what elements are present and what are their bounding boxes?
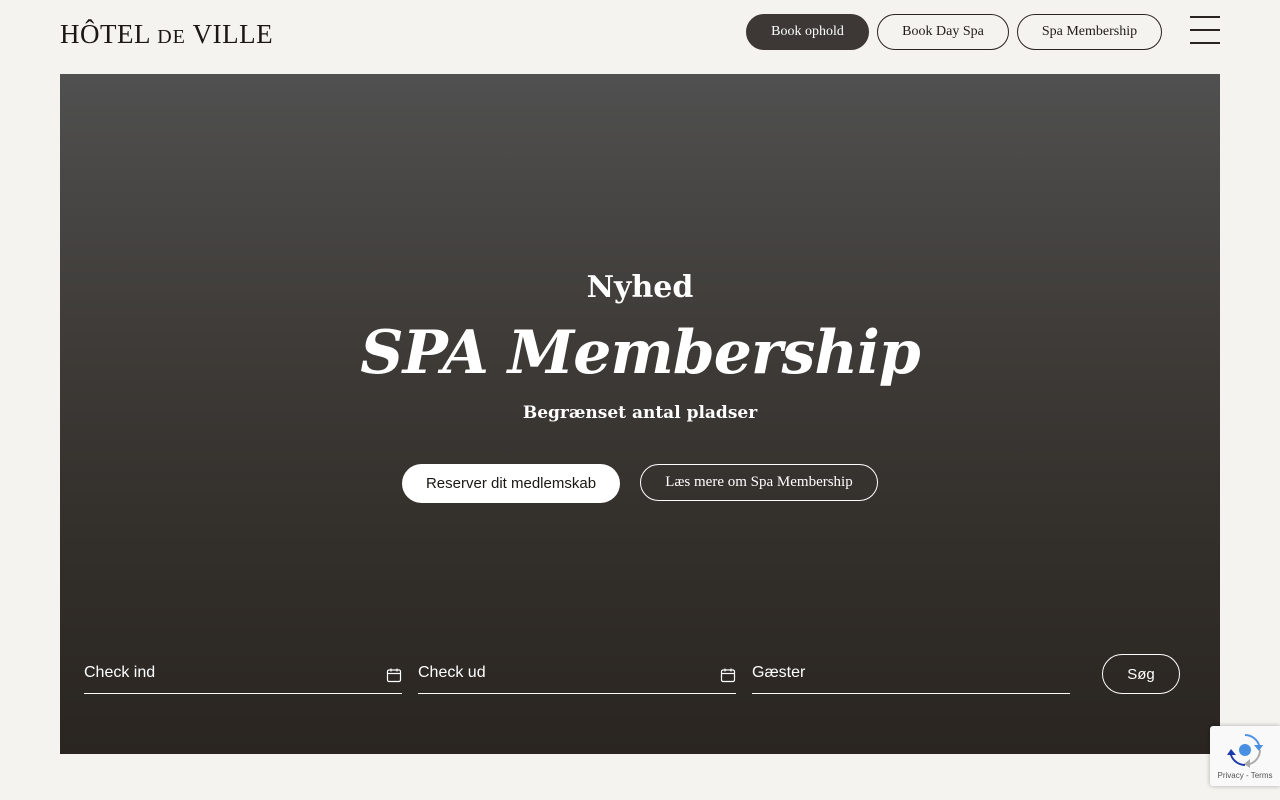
check-out-label: Check ud xyxy=(418,664,486,681)
logo-text-end: VILLE xyxy=(185,19,274,49)
check-out-field[interactable]: Check ud xyxy=(418,654,736,694)
calendar-icon xyxy=(720,668,736,683)
hero-subtitle: Begrænset antal pladser xyxy=(522,403,758,423)
hero-title: SPA Membership xyxy=(360,318,921,388)
book-stay-button[interactable]: Book ophold xyxy=(746,14,869,50)
search-button[interactable]: Søg xyxy=(1102,654,1180,694)
book-day-spa-button[interactable]: Book Day Spa xyxy=(877,14,1009,50)
hotel-logo[interactable]: HÔTEL DE VILLE xyxy=(60,19,273,50)
reserve-membership-button[interactable]: Reserver dit medlemskab xyxy=(402,464,620,503)
hero-banner: Nyhed SPA Membership Begrænset antal pla… xyxy=(60,74,1220,754)
site-header: HÔTEL DE VILLE Book ophold Book Day Spa … xyxy=(0,0,1280,74)
read-more-membership-button[interactable]: Læs mere om Spa Membership xyxy=(640,464,878,501)
logo-text-small: DE xyxy=(157,26,186,48)
hero-eyebrow: Nyhed xyxy=(586,270,694,305)
check-in-label: Check ind xyxy=(84,664,156,681)
recaptcha-icon xyxy=(1227,734,1263,768)
recaptcha-links[interactable]: Privacy - Terms xyxy=(1210,771,1280,780)
spa-membership-button[interactable]: Spa Membership xyxy=(1017,14,1162,50)
guests-label: Gæster xyxy=(752,664,806,681)
recaptcha-badge[interactable]: Privacy - Terms xyxy=(1210,726,1280,786)
check-in-field[interactable]: Check ind xyxy=(84,654,402,694)
guests-field[interactable]: Gæster xyxy=(752,654,1070,694)
calendar-icon xyxy=(386,668,402,683)
logo-text-main: HÔTEL xyxy=(60,19,158,49)
hamburger-menu-icon[interactable] xyxy=(1188,14,1222,46)
